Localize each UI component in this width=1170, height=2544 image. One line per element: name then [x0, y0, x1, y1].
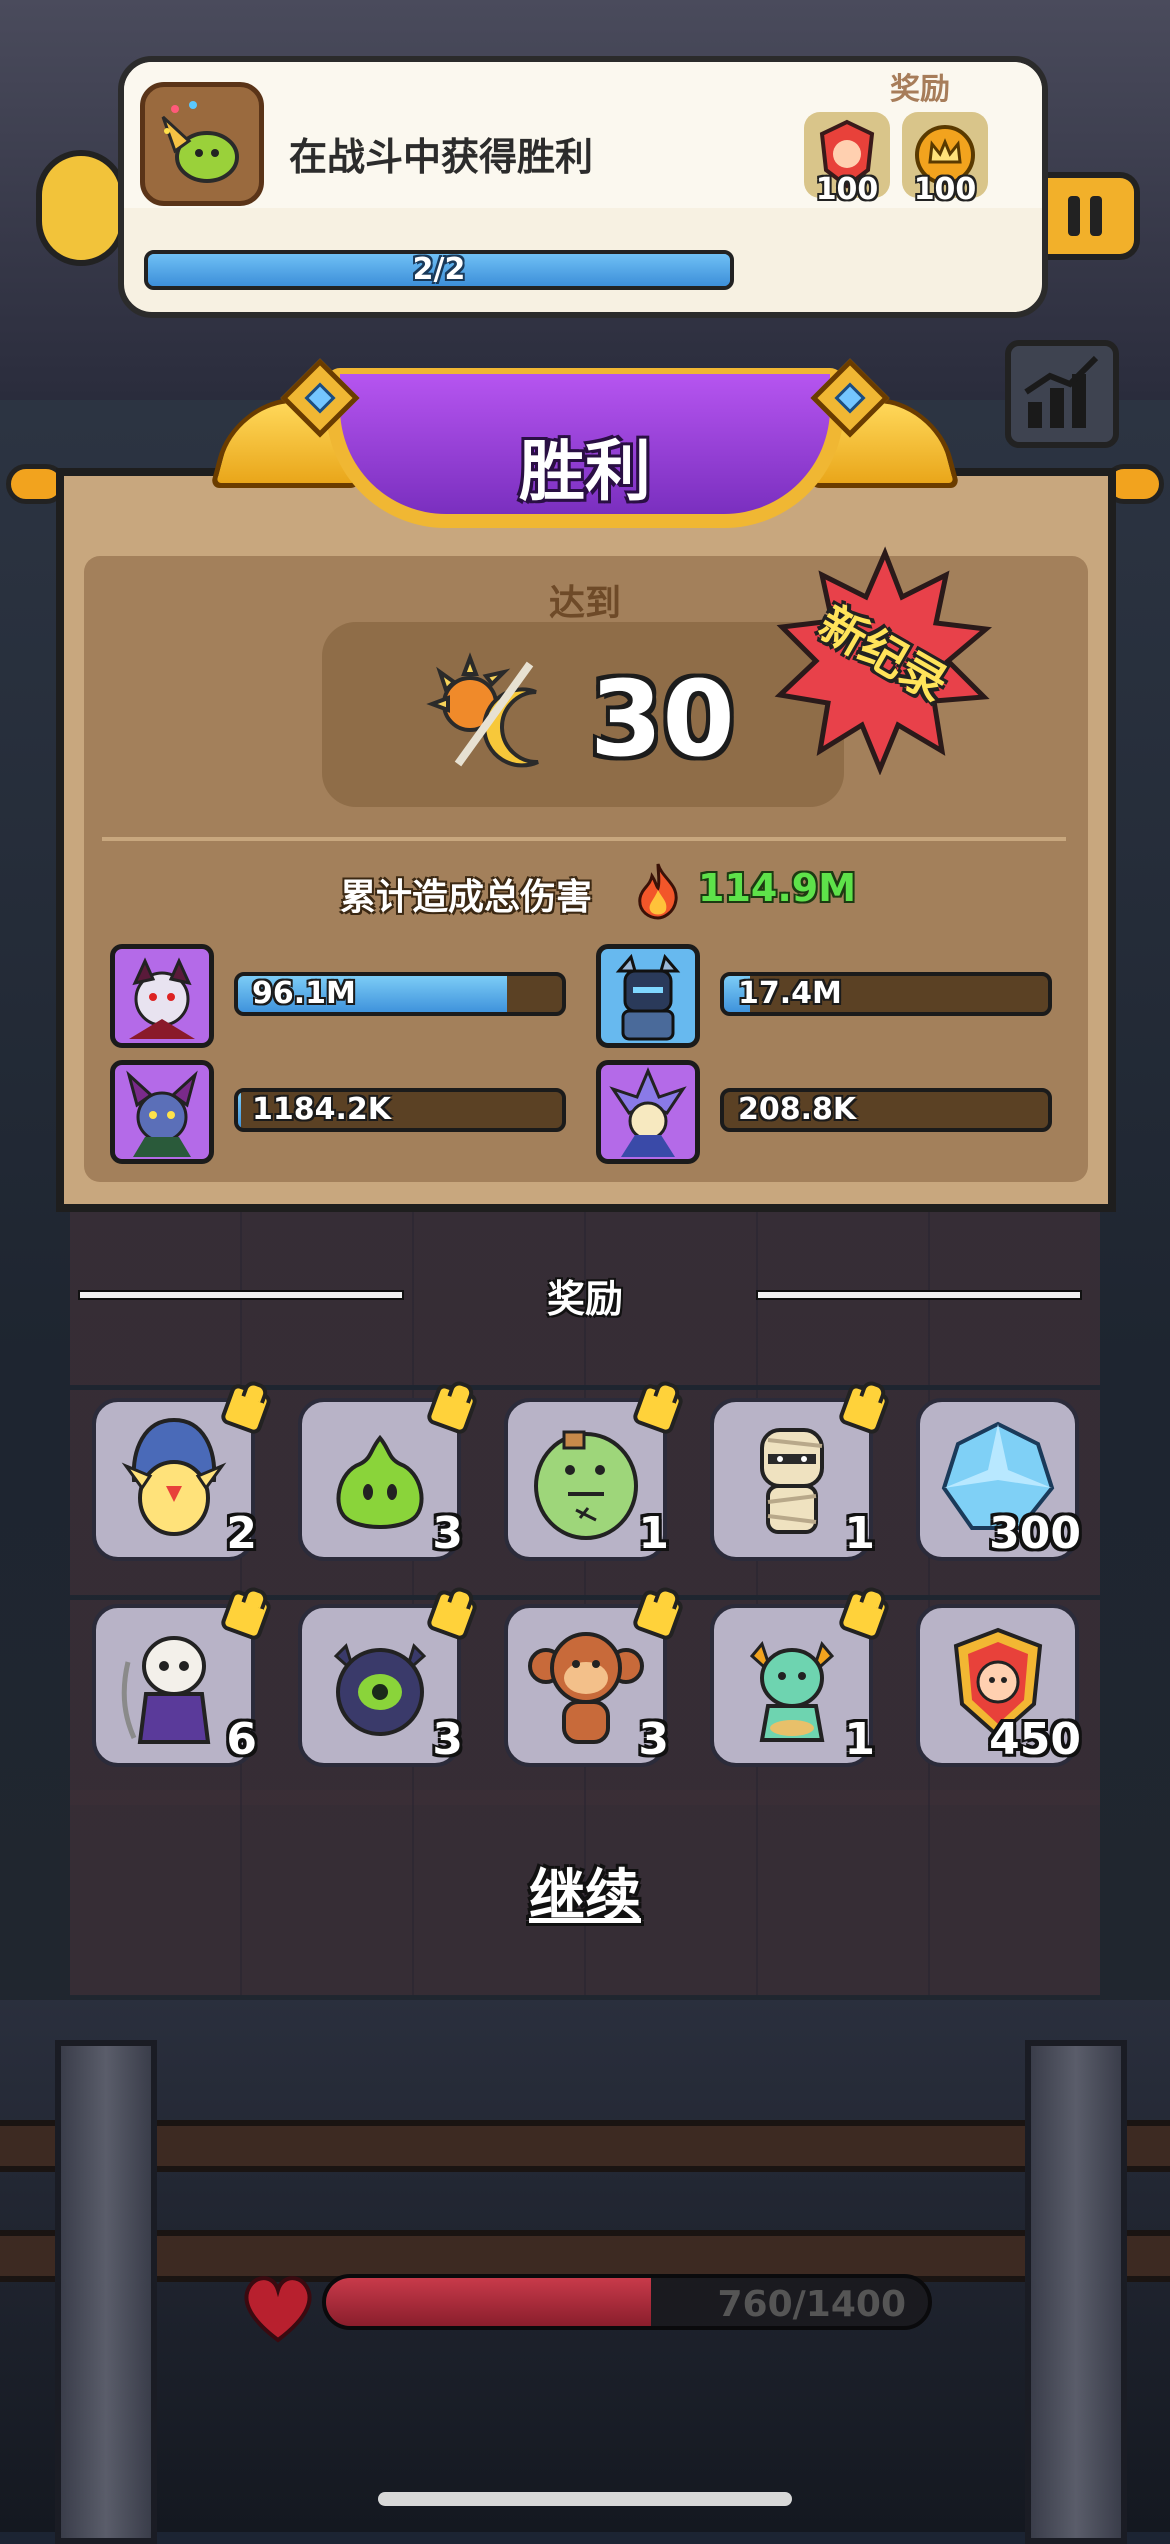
- hp-bar: 760/1400: [322, 2274, 932, 2330]
- score-value: 30: [590, 658, 735, 780]
- gate-post-left: [55, 2040, 157, 2544]
- pause-icon: [1068, 196, 1102, 236]
- day-night-icon: [426, 652, 539, 768]
- monkey-icon: [528, 1632, 644, 1744]
- chart-icon: [1024, 355, 1099, 428]
- quest-progress-text: 2/2: [412, 252, 466, 287]
- heart-icon: [244, 2276, 312, 2343]
- hero-damage-bar: 17.4M: [720, 972, 1052, 1016]
- reward-count: 2: [226, 1508, 257, 1559]
- reward-item[interactable]: 6: [92, 1588, 273, 1767]
- reward-count: 300: [989, 1508, 1081, 1559]
- reward-count: 1: [638, 1508, 669, 1559]
- reward-item[interactable]: 1: [710, 1588, 891, 1767]
- victory-banner: 胜利: [209, 358, 961, 558]
- hero-portrait: [596, 1060, 700, 1164]
- home-indicator[interactable]: [378, 2492, 792, 2506]
- total-damage-value: 114.9M: [698, 866, 857, 910]
- rewards-divider-left: [78, 1290, 404, 1300]
- dark-orb-icon: [333, 1643, 427, 1736]
- hp-text: 760/1400: [717, 2284, 907, 2325]
- reward-item[interactable]: 300: [916, 1398, 1081, 1561]
- hero-damage-value: 96.1M: [252, 976, 356, 1011]
- reward-count: 6: [226, 1714, 257, 1765]
- rewards-heading: 奖励: [546, 1277, 623, 1321]
- green-ogre-icon: [534, 1430, 638, 1540]
- fire-icon: [638, 863, 678, 920]
- quest-reward-amount: 100: [815, 172, 879, 207]
- hero-portrait: [110, 1060, 214, 1164]
- gate-beam: [0, 2120, 1170, 2172]
- hero-damage-value: 1184.2K: [252, 1092, 392, 1127]
- reward-count: 3: [432, 1508, 463, 1559]
- quest-reward-amount: 100: [913, 172, 977, 207]
- reward-count: 3: [432, 1714, 463, 1765]
- knight-hero-icon: [615, 953, 681, 1041]
- total-damage-label: 累计造成总伤害: [340, 877, 593, 918]
- reward-item[interactable]: 1: [710, 1382, 891, 1561]
- score-box: [322, 622, 844, 807]
- reward-count: 3: [638, 1714, 669, 1765]
- horned-demon-hero-icon: [126, 1070, 198, 1157]
- quest-complete-banner: 在战斗中获得胜利 奖励 100 100 2/2: [118, 56, 1048, 318]
- hero-damage-bar: 208.8K: [720, 1088, 1052, 1132]
- reward-item[interactable]: 1: [504, 1382, 685, 1561]
- hero-damage-value: 208.8K: [738, 1092, 857, 1127]
- hp-fill: [326, 2278, 652, 2326]
- party-slime-icon: [161, 101, 239, 183]
- reward-count: 1: [844, 1714, 875, 1765]
- quest-title: 在战斗中获得胜利: [289, 135, 594, 179]
- hooded-bird-icon: [121, 1417, 227, 1536]
- hero-portrait: [110, 944, 214, 1048]
- pause-button[interactable]: [1046, 172, 1140, 260]
- reward-count: 450: [989, 1714, 1081, 1765]
- mummy-icon: [760, 1428, 824, 1534]
- hero-damage-bar: 1184.2K: [234, 1088, 566, 1132]
- reward-item[interactable]: 3: [298, 1588, 479, 1767]
- reward-item[interactable]: 2: [92, 1382, 273, 1561]
- continue-button[interactable]: 继续: [480, 1850, 690, 1930]
- reached-label: 达到: [548, 583, 621, 624]
- quest-progress-bar: 2/2: [144, 250, 734, 290]
- victory-title: 胜利: [519, 433, 651, 510]
- quest-icon: [140, 82, 264, 206]
- stats-button[interactable]: [1005, 340, 1119, 448]
- reward-item[interactable]: 3: [298, 1382, 479, 1561]
- reward-count: 1: [844, 1508, 875, 1559]
- hero-damage-fill: [238, 1092, 242, 1128]
- speed-toggle-button[interactable]: [36, 150, 126, 266]
- hero-damage-bar: 96.1M: [234, 972, 566, 1016]
- reward-item[interactable]: 450: [916, 1604, 1081, 1767]
- hero-damage-value: 17.4M: [738, 976, 842, 1011]
- divider: [102, 837, 1066, 841]
- rewards-divider-right: [756, 1290, 1082, 1300]
- demon-hero-icon: [129, 957, 195, 1039]
- skull-reaper-icon: [121, 1636, 211, 1744]
- crystal-mage-hero-icon: [609, 1067, 687, 1157]
- green-slime-icon: [336, 1434, 424, 1529]
- gate-post-right: [1025, 2040, 1127, 2544]
- quest-reward-label: 奖励: [890, 72, 950, 107]
- hero-portrait: [596, 944, 700, 1048]
- sea-dragon-icon: [749, 1640, 835, 1742]
- reward-item[interactable]: 3: [504, 1588, 685, 1767]
